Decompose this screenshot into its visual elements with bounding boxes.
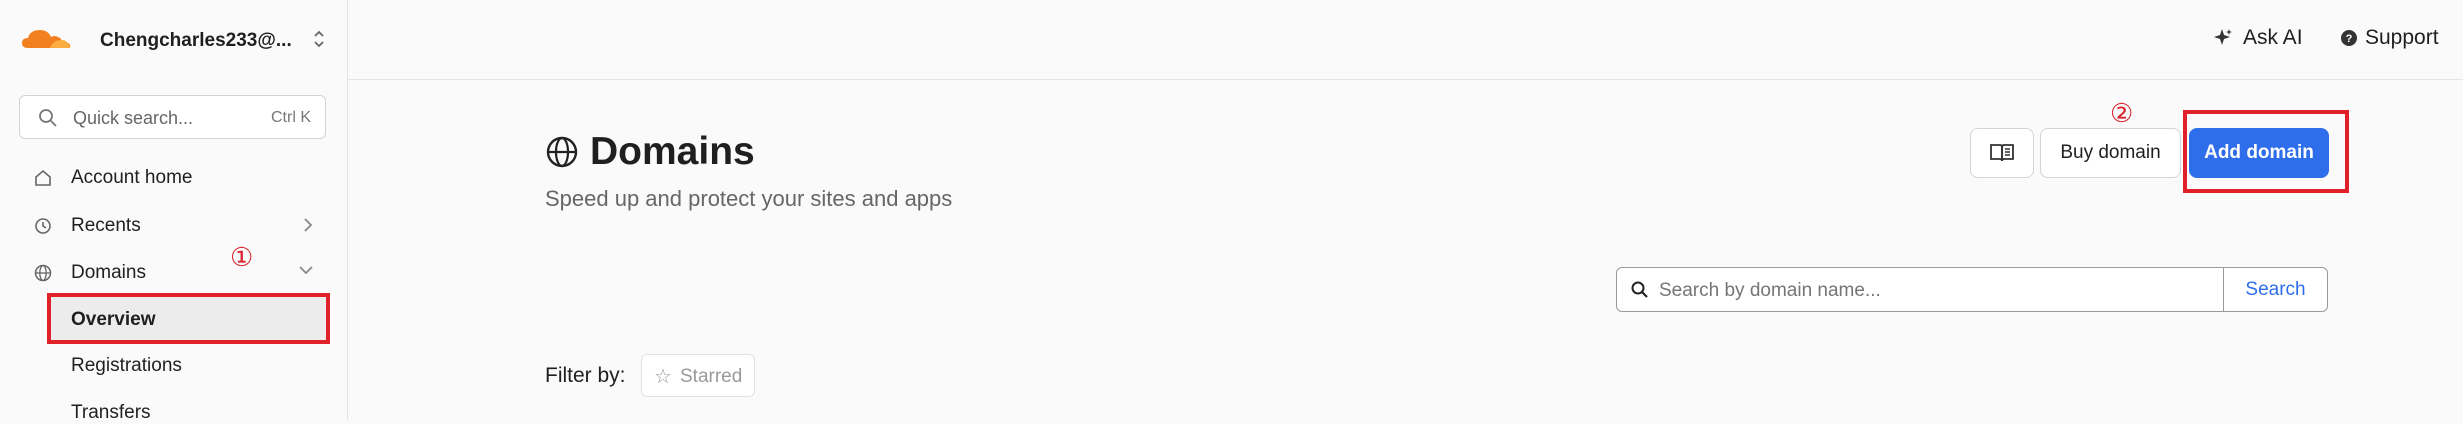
home-icon bbox=[35, 169, 51, 186]
star-icon: ☆ bbox=[654, 366, 672, 388]
quick-search-shortcut: Ctrl K bbox=[271, 109, 311, 126]
account-switcher[interactable]: Chengcharles233@... bbox=[20, 18, 324, 62]
svg-text:?: ? bbox=[2346, 33, 2353, 45]
quick-search-input[interactable]: Quick search... Ctrl K bbox=[19, 95, 326, 139]
ask-ai-label: Ask AI bbox=[2243, 26, 2303, 49]
sidebar-item-label: Recents bbox=[71, 215, 141, 236]
filter-label: Filter by: bbox=[545, 364, 626, 387]
sidebar-item-account-home[interactable]: Account home bbox=[20, 158, 328, 198]
account-name: Chengcharles233@... bbox=[100, 30, 292, 51]
sidebar-item-label: Account home bbox=[71, 167, 193, 188]
sidebar: Chengcharles233@... Quick search... Ctrl… bbox=[0, 0, 348, 423]
book-icon bbox=[1990, 144, 2014, 162]
globe-icon bbox=[34, 264, 52, 282]
sidebar-item-overview[interactable]: Overview bbox=[47, 293, 330, 344]
sidebar-item-label: Overview bbox=[71, 309, 156, 330]
cloudflare-logo bbox=[22, 30, 71, 48]
add-domain-button[interactable]: Add domain bbox=[2189, 128, 2329, 178]
starred-filter-label: Starred bbox=[680, 366, 743, 387]
help-icon: ? bbox=[2341, 30, 2357, 46]
chevron-down-icon bbox=[299, 266, 313, 275]
sidebar-item-label: Domains bbox=[71, 262, 146, 283]
page-title: Domains bbox=[590, 130, 755, 173]
sparkle-icon bbox=[2214, 29, 2232, 45]
search-icon bbox=[1631, 281, 1648, 298]
annotation-marker-1: ① bbox=[230, 242, 254, 272]
domain-search-input[interactable] bbox=[1657, 268, 2241, 313]
starred-filter-button[interactable]: ☆ Starred bbox=[641, 354, 755, 397]
search-button[interactable]: Search bbox=[2223, 268, 2327, 311]
documentation-button[interactable] bbox=[1970, 128, 2034, 178]
sidebar-item-registrations[interactable]: Registrations bbox=[71, 355, 182, 377]
globe-icon bbox=[546, 136, 578, 168]
domain-search: Search bbox=[1616, 267, 2328, 313]
top-bar bbox=[348, 0, 2463, 80]
chevron-up-down-icon[interactable] bbox=[312, 28, 326, 50]
sidebar-item-transfers[interactable]: Transfers bbox=[71, 402, 151, 424]
search-icon bbox=[39, 109, 57, 127]
support-label: Support bbox=[2365, 26, 2439, 49]
buy-domain-button[interactable]: Buy domain bbox=[2040, 128, 2181, 178]
sidebar-item-recents[interactable]: Recents bbox=[20, 206, 328, 246]
chevron-right-icon bbox=[304, 218, 313, 232]
annotation-marker-2: ② bbox=[2110, 98, 2134, 128]
sidebar-item-domains[interactable]: Domains bbox=[20, 253, 328, 293]
page-subtitle: Speed up and protect your sites and apps bbox=[545, 186, 953, 211]
history-icon bbox=[35, 218, 51, 234]
quick-search-placeholder: Quick search... bbox=[73, 108, 194, 128]
